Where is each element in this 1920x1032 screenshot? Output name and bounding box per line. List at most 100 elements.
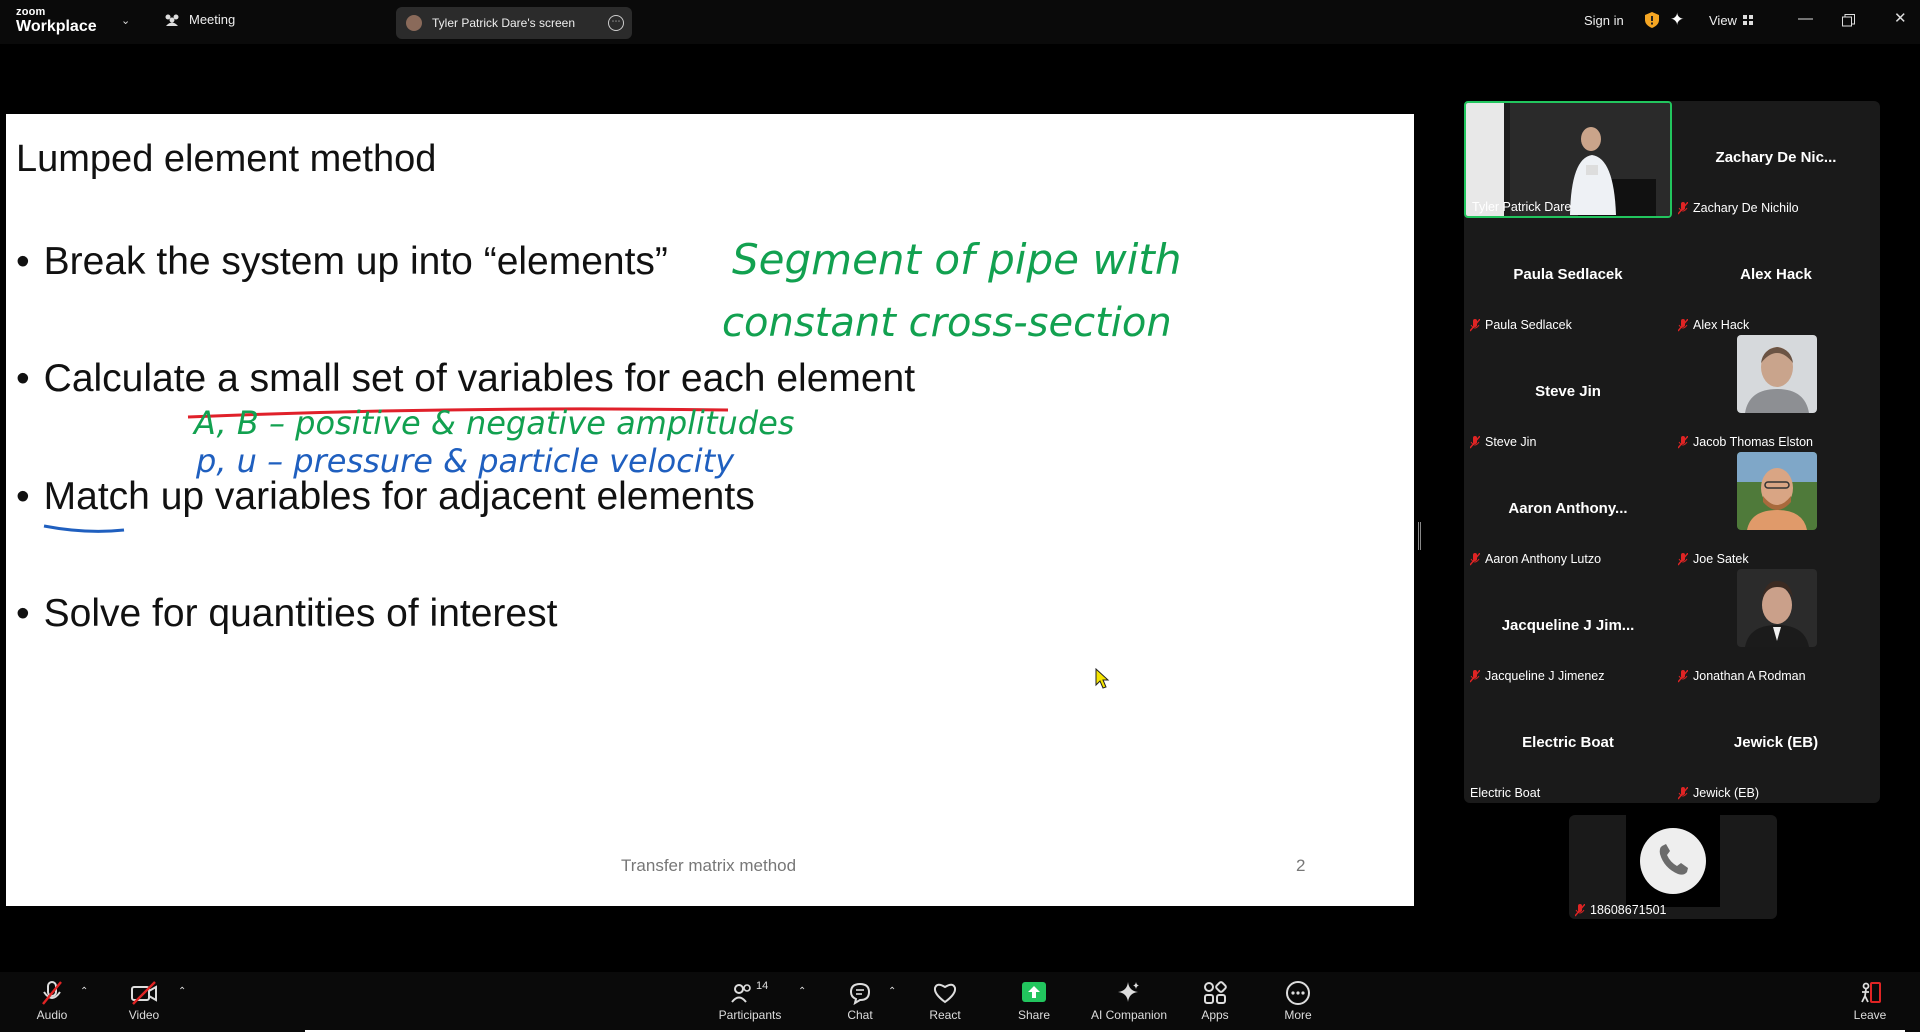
- mic-muted-icon: [1470, 669, 1480, 682]
- bullet-2: • Calculate a small set of variables for …: [16, 357, 916, 400]
- chat-options-chevron-icon[interactable]: ⌃: [888, 986, 896, 997]
- video-tile[interactable]: Alex Hack Alex Hack: [1672, 218, 1880, 335]
- annotation-green-2: constant cross-section: [722, 300, 1172, 346]
- shared-screen: Lumped element method • Break the system …: [6, 114, 1414, 906]
- video-tile-active-speaker[interactable]: Tyler Patrick Dare: [1464, 101, 1672, 218]
- bullet-text: Break the system up into “elements”: [43, 240, 668, 283]
- more-options-icon[interactable]: ⋯: [608, 15, 624, 31]
- phone-icon-bg: [1640, 828, 1706, 894]
- more-button[interactable]: More: [1258, 980, 1338, 1022]
- bullet-text: Match up variables for adjacent elements: [43, 475, 755, 518]
- audio-label: Audio: [36, 1008, 68, 1022]
- mic-muted-icon: [1575, 903, 1585, 916]
- tile-center-name: Jewick (EB): [1733, 734, 1819, 751]
- strikethrough-line: [187, 407, 729, 419]
- tile-center-name: Steve Jin: [1535, 383, 1601, 400]
- minimize-icon[interactable]: —: [1798, 10, 1813, 27]
- avatar: [406, 15, 422, 31]
- shield-icon[interactable]: [1645, 12, 1659, 28]
- video-tile[interactable]: Jacqueline J Jim... Jacqueline J Jimenez: [1464, 569, 1672, 686]
- chat-icon: [849, 982, 871, 1006]
- video-options-chevron-icon[interactable]: ⌃: [178, 986, 186, 997]
- leave-button[interactable]: Leave: [1830, 980, 1910, 1022]
- tile-name-label: Jonathan A Rodman: [1678, 669, 1806, 683]
- phone-participant-tile[interactable]: 18608671501: [1569, 815, 1777, 919]
- more-icon: [1286, 981, 1310, 1005]
- zoom-workplace-logo[interactable]: zoom Workplace: [16, 7, 97, 35]
- share-label: Share: [1017, 1008, 1051, 1022]
- avatar: [1737, 335, 1817, 413]
- tile-name-label: Tyler Patrick Dare: [1472, 200, 1572, 214]
- tile-center-name: Electric Boat: [1522, 734, 1614, 751]
- meeting-toolbar: Audio ⌃ Video ⌃ 14 Participants ⌃ Chat ⌃: [0, 972, 1920, 1032]
- ai-companion-button[interactable]: AI Companion: [1079, 980, 1179, 1022]
- video-button[interactable]: Video: [104, 980, 184, 1022]
- view-button[interactable]: View: [1709, 13, 1754, 28]
- participants-label: Participants: [718, 1008, 782, 1022]
- tile-name-label: Jacob Thomas Elston: [1678, 435, 1813, 449]
- video-label: Video: [128, 1008, 160, 1022]
- tile-name-label: Jacqueline J Jimenez: [1470, 669, 1605, 683]
- phone-icon: [1659, 844, 1688, 875]
- participants-icon: [731, 984, 751, 1003]
- tile-name-label: Steve Jin: [1470, 435, 1536, 449]
- ai-sparkle-icon: [1118, 982, 1139, 1002]
- tile-name-label: Electric Boat: [1470, 786, 1541, 800]
- mic-muted-icon: [1470, 318, 1480, 331]
- mic-muted-icon: [1678, 786, 1688, 799]
- sign-in-link[interactable]: Sign in: [1584, 13, 1624, 28]
- video-tile[interactable]: Zachary De Nic... Zachary De Nichilo: [1672, 101, 1880, 218]
- grid-icon: [1742, 15, 1753, 25]
- slide-footer: Transfer matrix method: [621, 856, 797, 875]
- heart-icon: [933, 983, 957, 1004]
- avatar: [1737, 452, 1817, 530]
- view-label: View: [1709, 13, 1737, 28]
- more-label: More: [1284, 1008, 1312, 1022]
- bullet-3: • Match up variables for adjacent element…: [16, 475, 755, 518]
- mic-muted-icon: [1678, 552, 1688, 565]
- chevron-down-icon[interactable]: ⌄: [121, 14, 130, 27]
- mic-muted-icon: [1678, 318, 1688, 331]
- share-button[interactable]: Share: [994, 980, 1074, 1022]
- leave-label: Leave: [1853, 1008, 1887, 1022]
- participants-options-chevron-icon[interactable]: ⌃: [798, 986, 806, 997]
- phone-avatar: [1626, 815, 1720, 907]
- video-tile[interactable]: Jewick (EB) Jewick (EB): [1672, 686, 1880, 803]
- bullet-text: Solve for quantities of interest: [43, 592, 558, 635]
- mic-muted-icon: [1470, 435, 1480, 448]
- screen-share-pill[interactable]: Tyler Patrick Dare's screen ⋯: [396, 7, 632, 39]
- tile-name-label: Alex Hack: [1678, 318, 1749, 332]
- annotation-green-1: Segment of pipe with: [732, 235, 1181, 284]
- meeting-tab[interactable]: Meeting: [163, 12, 235, 27]
- slide-page-number: 2: [1296, 856, 1306, 875]
- participants-icon-wrap: 14: [730, 980, 770, 1006]
- video-tile[interactable]: Joe Satek: [1672, 452, 1880, 569]
- video-tile[interactable]: Jonathan A Rodman: [1672, 569, 1880, 686]
- audio-options-chevron-icon[interactable]: ⌃: [80, 986, 88, 997]
- tile-center-name: Zachary De Nic...: [1715, 149, 1837, 166]
- tile-name-label: Jewick (EB): [1678, 786, 1759, 800]
- title-bar: zoom Workplace ⌄ Meeting Tyler Patrick D…: [0, 0, 1920, 44]
- mic-muted-icon: [1470, 552, 1480, 565]
- leave-icon: [1861, 982, 1881, 1003]
- screen-share-label: Tyler Patrick Dare's screen: [432, 16, 575, 30]
- react-button[interactable]: React: [905, 980, 985, 1022]
- video-tile[interactable]: Electric Boat Electric Boat: [1464, 686, 1672, 803]
- logo-line1: zoom: [16, 6, 46, 18]
- video-tile[interactable]: Paula Sedlacek Paula Sedlacek: [1464, 218, 1672, 335]
- ai-sparkle-icon[interactable]: ✦: [1670, 10, 1684, 30]
- apps-button[interactable]: Apps: [1175, 980, 1255, 1022]
- panel-resize-handle[interactable]: [1418, 522, 1421, 550]
- video-tile[interactable]: Aaron Anthony... Aaron Anthony Lutzo: [1464, 452, 1672, 569]
- apps-icon: [1204, 981, 1227, 1004]
- participants-button[interactable]: 14 Participants: [710, 980, 790, 1022]
- video-tile[interactable]: Steve Jin Steve Jin: [1464, 335, 1672, 452]
- tile-name-label: Paula Sedlacek: [1470, 318, 1572, 332]
- close-icon[interactable]: ✕: [1894, 9, 1907, 27]
- mic-muted-icon: [1678, 435, 1688, 448]
- apps-label: Apps: [1201, 1008, 1229, 1022]
- tile-center-name: Jacqueline J Jim...: [1501, 617, 1635, 634]
- restore-icon[interactable]: [1842, 14, 1855, 27]
- video-tile[interactable]: Jacob Thomas Elston: [1672, 335, 1880, 452]
- mic-muted-icon: [1678, 201, 1688, 214]
